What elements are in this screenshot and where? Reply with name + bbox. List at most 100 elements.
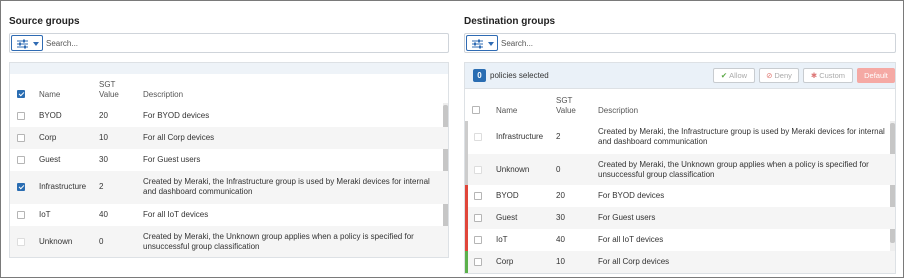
group-description: For BYOD devices — [598, 191, 665, 200]
table-header: Name SGT Value Description — [465, 93, 895, 121]
table-row[interactable]: IoT 40 For all IoT devices — [465, 229, 895, 251]
destination-filter-button[interactable] — [466, 35, 498, 51]
group-name: IoT — [496, 235, 508, 244]
group-name: Corp — [496, 257, 514, 266]
group-name: Guest — [496, 213, 518, 222]
asterisk-icon: ✱ — [810, 71, 818, 80]
sgt-value: 30 — [556, 213, 565, 222]
table-row[interactable]: BYOD 20 For BYOD devices — [465, 185, 895, 207]
sgt-value: 10 — [99, 133, 108, 142]
group-name: Guest — [39, 155, 61, 164]
row-checkbox[interactable] — [17, 211, 25, 219]
column-header-sgt: SGT — [556, 96, 573, 105]
group-description: For BYOD devices — [143, 111, 210, 120]
row-checkbox[interactable] — [17, 183, 25, 191]
chevron-down-icon — [33, 42, 39, 46]
group-name: Infrastructure — [496, 132, 544, 141]
sgt-value: 20 — [556, 191, 565, 200]
row-checkbox[interactable] — [474, 214, 482, 222]
row-checkbox[interactable] — [17, 112, 25, 120]
table-row[interactable]: Guest 30 For Guest users — [10, 149, 448, 171]
sgt-value: 2 — [556, 132, 561, 141]
table-row[interactable]: Corp 10 For all Corp devices — [10, 127, 448, 149]
group-color-indicator — [465, 185, 468, 207]
group-name: Unknown — [496, 165, 530, 174]
group-description: For all IoT devices — [143, 210, 209, 219]
group-name: BYOD — [39, 111, 62, 120]
table-row[interactable]: BYOD 20 For BYOD devices — [10, 105, 448, 127]
table-row[interactable]: Guest 30 For Guest users — [465, 207, 895, 229]
group-name: Infrastructure — [39, 182, 87, 191]
table-header: Name SGT Value Description — [10, 77, 448, 103]
destination-groups-title: Destination groups — [464, 16, 556, 27]
source-search-bar — [9, 33, 449, 53]
column-header-name: Name — [496, 106, 518, 115]
table-row[interactable]: Unknown 0 Created by Meraki, the Unknown g… — [10, 226, 448, 257]
column-header-sgt: Value — [556, 106, 576, 115]
table-row[interactable]: Unknown 0 Created by Meraki, the Unknown g… — [465, 154, 895, 185]
source-filter-button[interactable] — [11, 35, 43, 51]
group-description: For Guest users — [143, 155, 201, 164]
group-name: BYOD — [496, 191, 519, 200]
table-row[interactable]: IoT 40 For all IoT devices — [10, 204, 448, 226]
column-header-sgt: SGT — [99, 80, 116, 89]
group-color-indicator — [465, 121, 468, 154]
destination-search-bar — [464, 33, 896, 53]
sgt-value: 10 — [556, 257, 565, 266]
group-color-indicator — [465, 154, 468, 185]
custom-button[interactable]: ✱ Custom — [803, 68, 853, 83]
row-checkbox[interactable] — [474, 236, 482, 244]
select-all-checkbox[interactable] — [17, 90, 25, 98]
policy-action-bar: 0 policies selected ✔ Allow ⊘ Deny ✱ Custom… — [465, 63, 895, 89]
sgt-value: 30 — [99, 155, 108, 164]
table-row[interactable]: Infrastructure 2 Created by Meraki, the In… — [10, 171, 448, 204]
column-header-sgt: Value — [99, 90, 119, 99]
column-header-name: Name — [39, 90, 61, 99]
policies-count-badge: 0 — [473, 69, 486, 82]
policies-selected-label: policies selected — [490, 71, 549, 80]
group-name: IoT — [39, 210, 51, 219]
destination-groups-table: 0 policies selected ✔ Allow ⊘ Deny ✱ Custom… — [464, 62, 896, 274]
group-description: Created by Meraki, the Infrastructure gr… — [598, 127, 885, 146]
row-checkbox[interactable] — [474, 133, 482, 141]
group-description: For all Corp devices — [143, 133, 215, 142]
group-description: Created by Meraki, the Unknown group app… — [598, 160, 869, 179]
group-description: Created by Meraki, the Infrastructure gr… — [143, 177, 430, 196]
deny-button[interactable]: ⊘ Deny — [759, 68, 799, 83]
source-search-input[interactable] — [46, 36, 436, 50]
row-checkbox[interactable] — [17, 238, 25, 246]
source-groups-table: Name SGT Value Description BYOD 20 For BYOD de… — [9, 62, 449, 258]
block-icon: ⊘ — [766, 71, 773, 80]
group-color-indicator — [465, 229, 468, 251]
custom-button-label: Custom — [819, 71, 846, 80]
row-checkbox[interactable] — [474, 192, 482, 200]
select-all-checkbox[interactable] — [472, 106, 480, 114]
sgt-value: 2 — [99, 182, 104, 191]
table-row[interactable]: Corp 10 For all Corp devices — [465, 251, 895, 273]
source-table-toolbar — [10, 63, 448, 74]
source-groups-title: Source groups — [9, 16, 80, 27]
group-color-indicator — [465, 207, 468, 229]
sgt-value: 40 — [99, 210, 108, 219]
group-description: For Guest users — [598, 213, 656, 222]
sliders-icon — [472, 39, 483, 49]
sgt-value: 0 — [99, 237, 104, 246]
sliders-icon — [17, 39, 28, 49]
allow-button[interactable]: ✔ Allow — [713, 68, 755, 83]
destination-search-input[interactable] — [501, 36, 886, 50]
row-checkbox[interactable] — [474, 258, 482, 266]
default-button[interactable]: Default — [857, 68, 895, 83]
column-header-description: Description — [143, 90, 184, 99]
column-header-description: Description — [598, 106, 639, 115]
deny-button-label: Deny — [774, 71, 792, 80]
chevron-down-icon — [488, 42, 494, 46]
table-row[interactable]: Infrastructure 2 Created by Meraki, the In… — [465, 121, 895, 154]
row-checkbox[interactable] — [474, 166, 482, 174]
group-name: Corp — [39, 133, 57, 142]
row-checkbox[interactable] — [17, 156, 25, 164]
row-checkbox[interactable] — [17, 134, 25, 142]
sgt-value: 40 — [556, 235, 565, 244]
group-description: For all Corp devices — [598, 257, 670, 266]
allow-button-label: Allow — [729, 71, 748, 80]
group-description: Created by Meraki, the Unknown group app… — [143, 232, 414, 251]
